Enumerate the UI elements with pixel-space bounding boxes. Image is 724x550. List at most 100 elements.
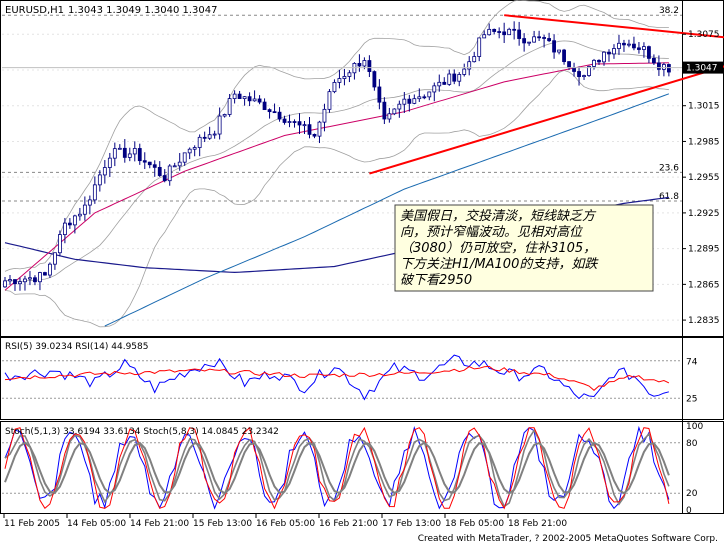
candle-body bbox=[97, 174, 102, 186]
time-tick-label: 18 Feb 05:00 bbox=[445, 519, 504, 529]
annotation-line-3: （3080）仍可放空，住补3105， bbox=[400, 240, 596, 256]
candle-body bbox=[23, 278, 27, 283]
candle-body bbox=[67, 222, 72, 226]
candle-body bbox=[247, 96, 252, 102]
candle-body bbox=[652, 57, 656, 64]
candle-body bbox=[412, 98, 417, 104]
candle-body bbox=[632, 43, 636, 49]
stochastic-label: Stoch(5,1,3) 33.6194 33.6134 Stoch(5,8,3… bbox=[5, 427, 279, 437]
rsi-tick-label: 25 bbox=[686, 394, 697, 404]
candle-body bbox=[102, 167, 107, 176]
candle-body bbox=[92, 184, 97, 201]
candle-body bbox=[512, 28, 517, 31]
stochastic-tick-label: 80 bbox=[686, 439, 698, 449]
candle-body bbox=[307, 124, 312, 135]
candle-body bbox=[462, 68, 467, 75]
metatrader-chart-window: 38.223.661.8 1.30751.30451.30151.29851.2… bbox=[0, 0, 724, 546]
candle-body bbox=[82, 204, 87, 215]
candle-body bbox=[3, 280, 7, 288]
candle-body bbox=[382, 101, 387, 120]
candle-body bbox=[182, 152, 187, 163]
candle-body bbox=[637, 47, 641, 50]
chart-canvas[interactable]: 38.223.661.8 1.30751.30451.30151.29851.2… bbox=[0, 0, 724, 546]
candle-body bbox=[137, 148, 142, 162]
price-tick-label: 1.2955 bbox=[688, 173, 720, 183]
candle-body bbox=[372, 71, 377, 88]
fib-level-label: 61.8 bbox=[659, 192, 679, 202]
candle-body bbox=[217, 115, 222, 135]
candle-body bbox=[177, 161, 182, 167]
time-tick-label: 11 Feb 2005 bbox=[4, 519, 60, 529]
stochastic-tick-label: 100 bbox=[686, 422, 703, 432]
candle-body bbox=[487, 28, 492, 36]
candle-body bbox=[407, 98, 412, 104]
candle-body bbox=[362, 60, 367, 67]
candle-body bbox=[43, 272, 47, 276]
price-tick-label: 1.3075 bbox=[688, 30, 720, 40]
candle-body bbox=[482, 34, 487, 39]
candle-body bbox=[117, 147, 122, 150]
candle-body bbox=[472, 56, 477, 63]
candle-body bbox=[657, 62, 661, 70]
candle-body bbox=[292, 121, 297, 123]
candle-body bbox=[272, 111, 277, 114]
annotation-line-4: 下方关注H1/MA100的支持，如跌 bbox=[400, 257, 599, 272]
stochastic-tick-label: 20 bbox=[686, 489, 698, 499]
rsi-label: RSI(5) 39.0234 RSI(14) 44.9585 bbox=[5, 342, 148, 352]
candle-body bbox=[502, 31, 507, 36]
candle-body bbox=[666, 64, 671, 73]
candle-body bbox=[132, 148, 137, 155]
candle bbox=[58, 230, 62, 257]
candle-body bbox=[107, 157, 112, 168]
candle-body bbox=[567, 61, 571, 68]
candle-body bbox=[242, 96, 247, 100]
candle-body bbox=[212, 133, 217, 136]
candle-body bbox=[507, 28, 512, 36]
candle-body bbox=[267, 109, 272, 113]
candle-body bbox=[162, 175, 167, 182]
candle-body bbox=[432, 85, 437, 93]
candle-body bbox=[197, 136, 202, 148]
candle-body bbox=[542, 37, 546, 39]
candle-body bbox=[38, 272, 42, 283]
candle-body bbox=[492, 28, 497, 32]
candle-body bbox=[18, 281, 22, 285]
candle-body bbox=[262, 101, 267, 111]
candle-body bbox=[597, 59, 601, 63]
candle-body bbox=[232, 93, 237, 100]
candle-body bbox=[357, 63, 362, 67]
candle-body bbox=[447, 73, 452, 85]
candle-body bbox=[442, 81, 447, 85]
annotation-line-2: 向，预计窄幅波动。见相对高位 bbox=[400, 224, 584, 240]
price-tick-label: 1.2985 bbox=[688, 137, 720, 147]
candle-body bbox=[48, 263, 52, 276]
candle-body bbox=[557, 49, 561, 53]
fib-level-label: 23.6 bbox=[659, 163, 679, 173]
candle-body bbox=[517, 29, 522, 39]
candle-body bbox=[527, 41, 532, 44]
candle-body bbox=[661, 64, 666, 70]
candle-body bbox=[617, 42, 621, 49]
time-tick-label: 14 Feb 05:00 bbox=[67, 519, 126, 529]
candle-body bbox=[437, 81, 442, 87]
candle-body bbox=[112, 148, 117, 159]
candle-body bbox=[497, 31, 502, 33]
time-tick-label: 16 Feb 21:00 bbox=[319, 519, 378, 529]
candle-body bbox=[287, 121, 292, 123]
candle-body bbox=[417, 96, 422, 100]
price-tick-label: 1.2865 bbox=[688, 280, 720, 290]
candle-body bbox=[582, 75, 586, 78]
symbol-label: EURUSD,H1 bbox=[5, 5, 64, 16]
candle-body bbox=[387, 113, 392, 120]
candle-body bbox=[257, 98, 262, 103]
candle-body bbox=[577, 71, 581, 78]
candle-body bbox=[147, 161, 152, 166]
candle-body bbox=[477, 37, 482, 57]
candle-body bbox=[282, 118, 287, 123]
candle-body bbox=[347, 72, 352, 77]
price-tick-label: 1.2925 bbox=[688, 209, 720, 219]
price-tick-label: 1.2895 bbox=[688, 245, 720, 255]
price-tick-label: 1.2835 bbox=[688, 316, 720, 326]
candle-body bbox=[222, 114, 227, 117]
candle-body bbox=[402, 98, 407, 105]
